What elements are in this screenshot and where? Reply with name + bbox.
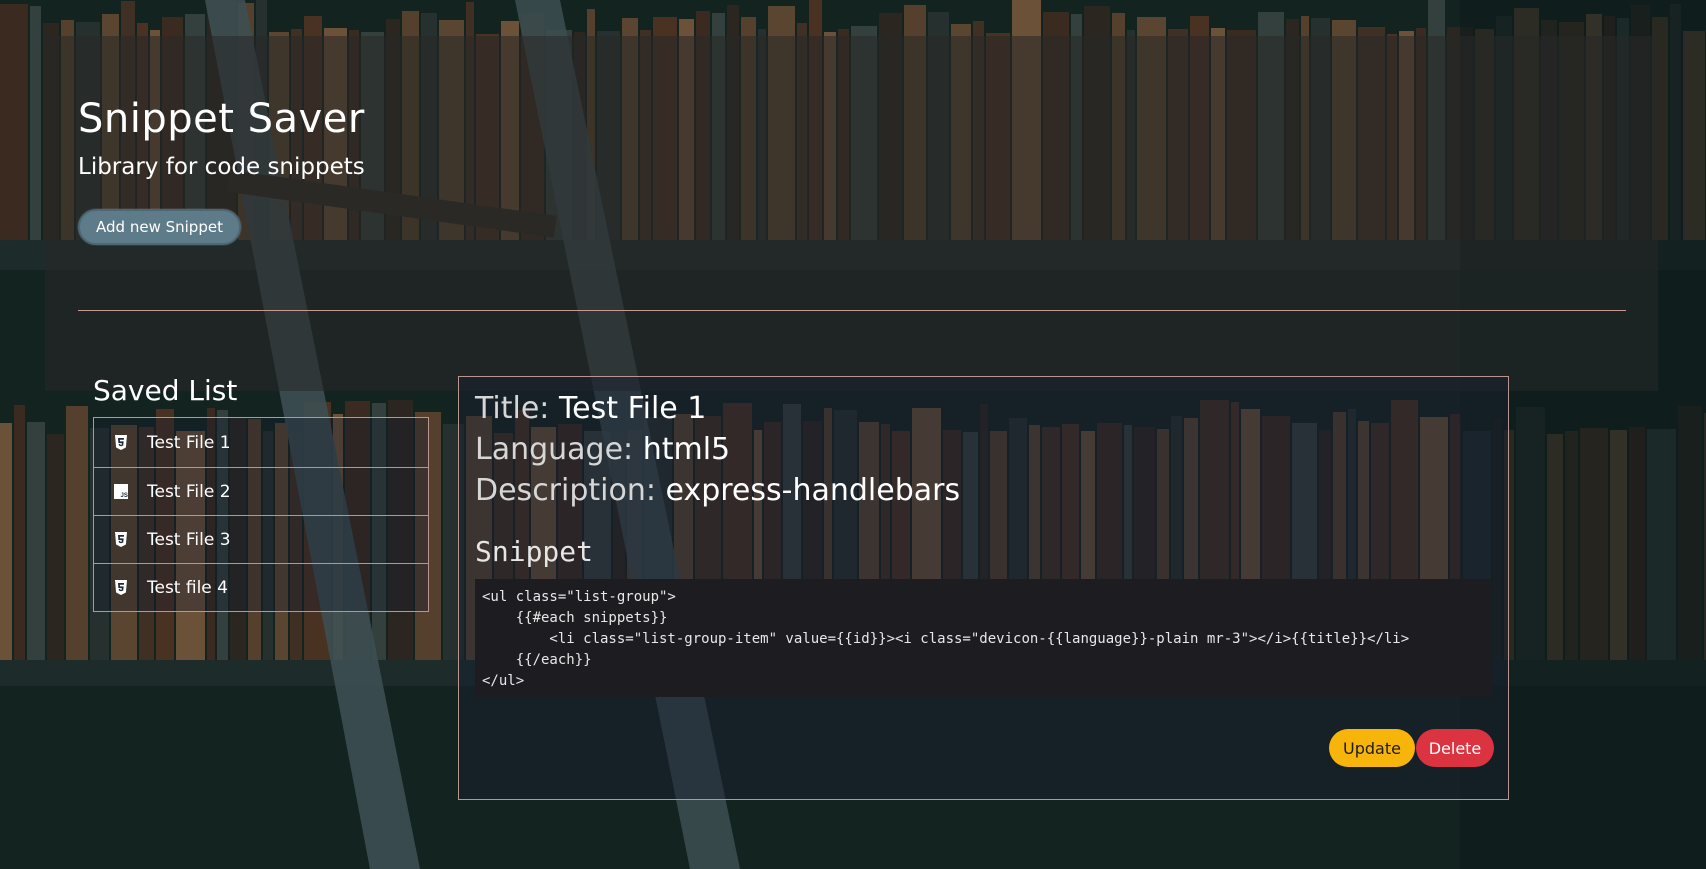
svg-text:JS: JS [121, 493, 128, 499]
saved-list-item-4[interactable]: Test file 4 [94, 563, 428, 611]
detail-language-label: Language: [475, 432, 634, 467]
update-button[interactable]: Update [1329, 729, 1415, 767]
snippet-detail-panel: Title: Test File 1 Language: html5 Descr… [458, 376, 1509, 800]
detail-language-value: html5 [642, 432, 731, 467]
detail-language: Language: html5 [475, 432, 730, 467]
divider [78, 310, 1626, 311]
detail-description: Description: express-handlebars [475, 473, 960, 508]
book-spine [14, 405, 25, 665]
saved-list-item-label: Test File 3 [147, 529, 231, 550]
detail-title-label: Title: [475, 391, 550, 426]
html5-icon [114, 435, 128, 450]
saved-list-item-2[interactable]: JS Test File 2 [94, 467, 428, 515]
code-block: <ul class="list-group"> {{#each snippets… [475, 579, 1492, 697]
add-snippet-button[interactable]: Add new Snippet [78, 209, 241, 245]
detail-description-label: Description: [475, 473, 656, 508]
saved-list-item-label: Test File 2 [147, 481, 231, 502]
html5-icon [114, 580, 128, 595]
saved-list: Test File 1 JS Test File 2 Test File 3 T… [93, 417, 429, 612]
detail-title: Title: Test File 1 [475, 391, 706, 426]
saved-list-item-label: Test File 1 [147, 432, 231, 453]
saved-list-item-1[interactable]: Test File 1 [94, 418, 428, 467]
page-title: Snippet Saver [78, 96, 365, 142]
saved-list-item-label: Test file 4 [147, 577, 228, 598]
html5-icon [114, 532, 128, 547]
book-spine [47, 434, 64, 665]
delete-button[interactable]: Delete [1416, 729, 1494, 767]
detail-title-value: Test File 1 [558, 391, 707, 426]
book-spine [0, 4, 28, 245]
page-subtitle: Library for code snippets [78, 154, 365, 180]
saved-list-item-3[interactable]: Test File 3 [94, 515, 428, 563]
book-spine [66, 406, 88, 665]
book-spine [30, 6, 41, 245]
detail-description-value: express-handlebars [665, 473, 961, 508]
header-jumbotron [45, 36, 1658, 391]
book-spine [27, 422, 45, 665]
javascript-icon: JS [114, 484, 128, 499]
saved-list-title: Saved List [93, 374, 238, 407]
snippet-heading: Snippet [475, 535, 594, 568]
book-spine [0, 423, 12, 665]
